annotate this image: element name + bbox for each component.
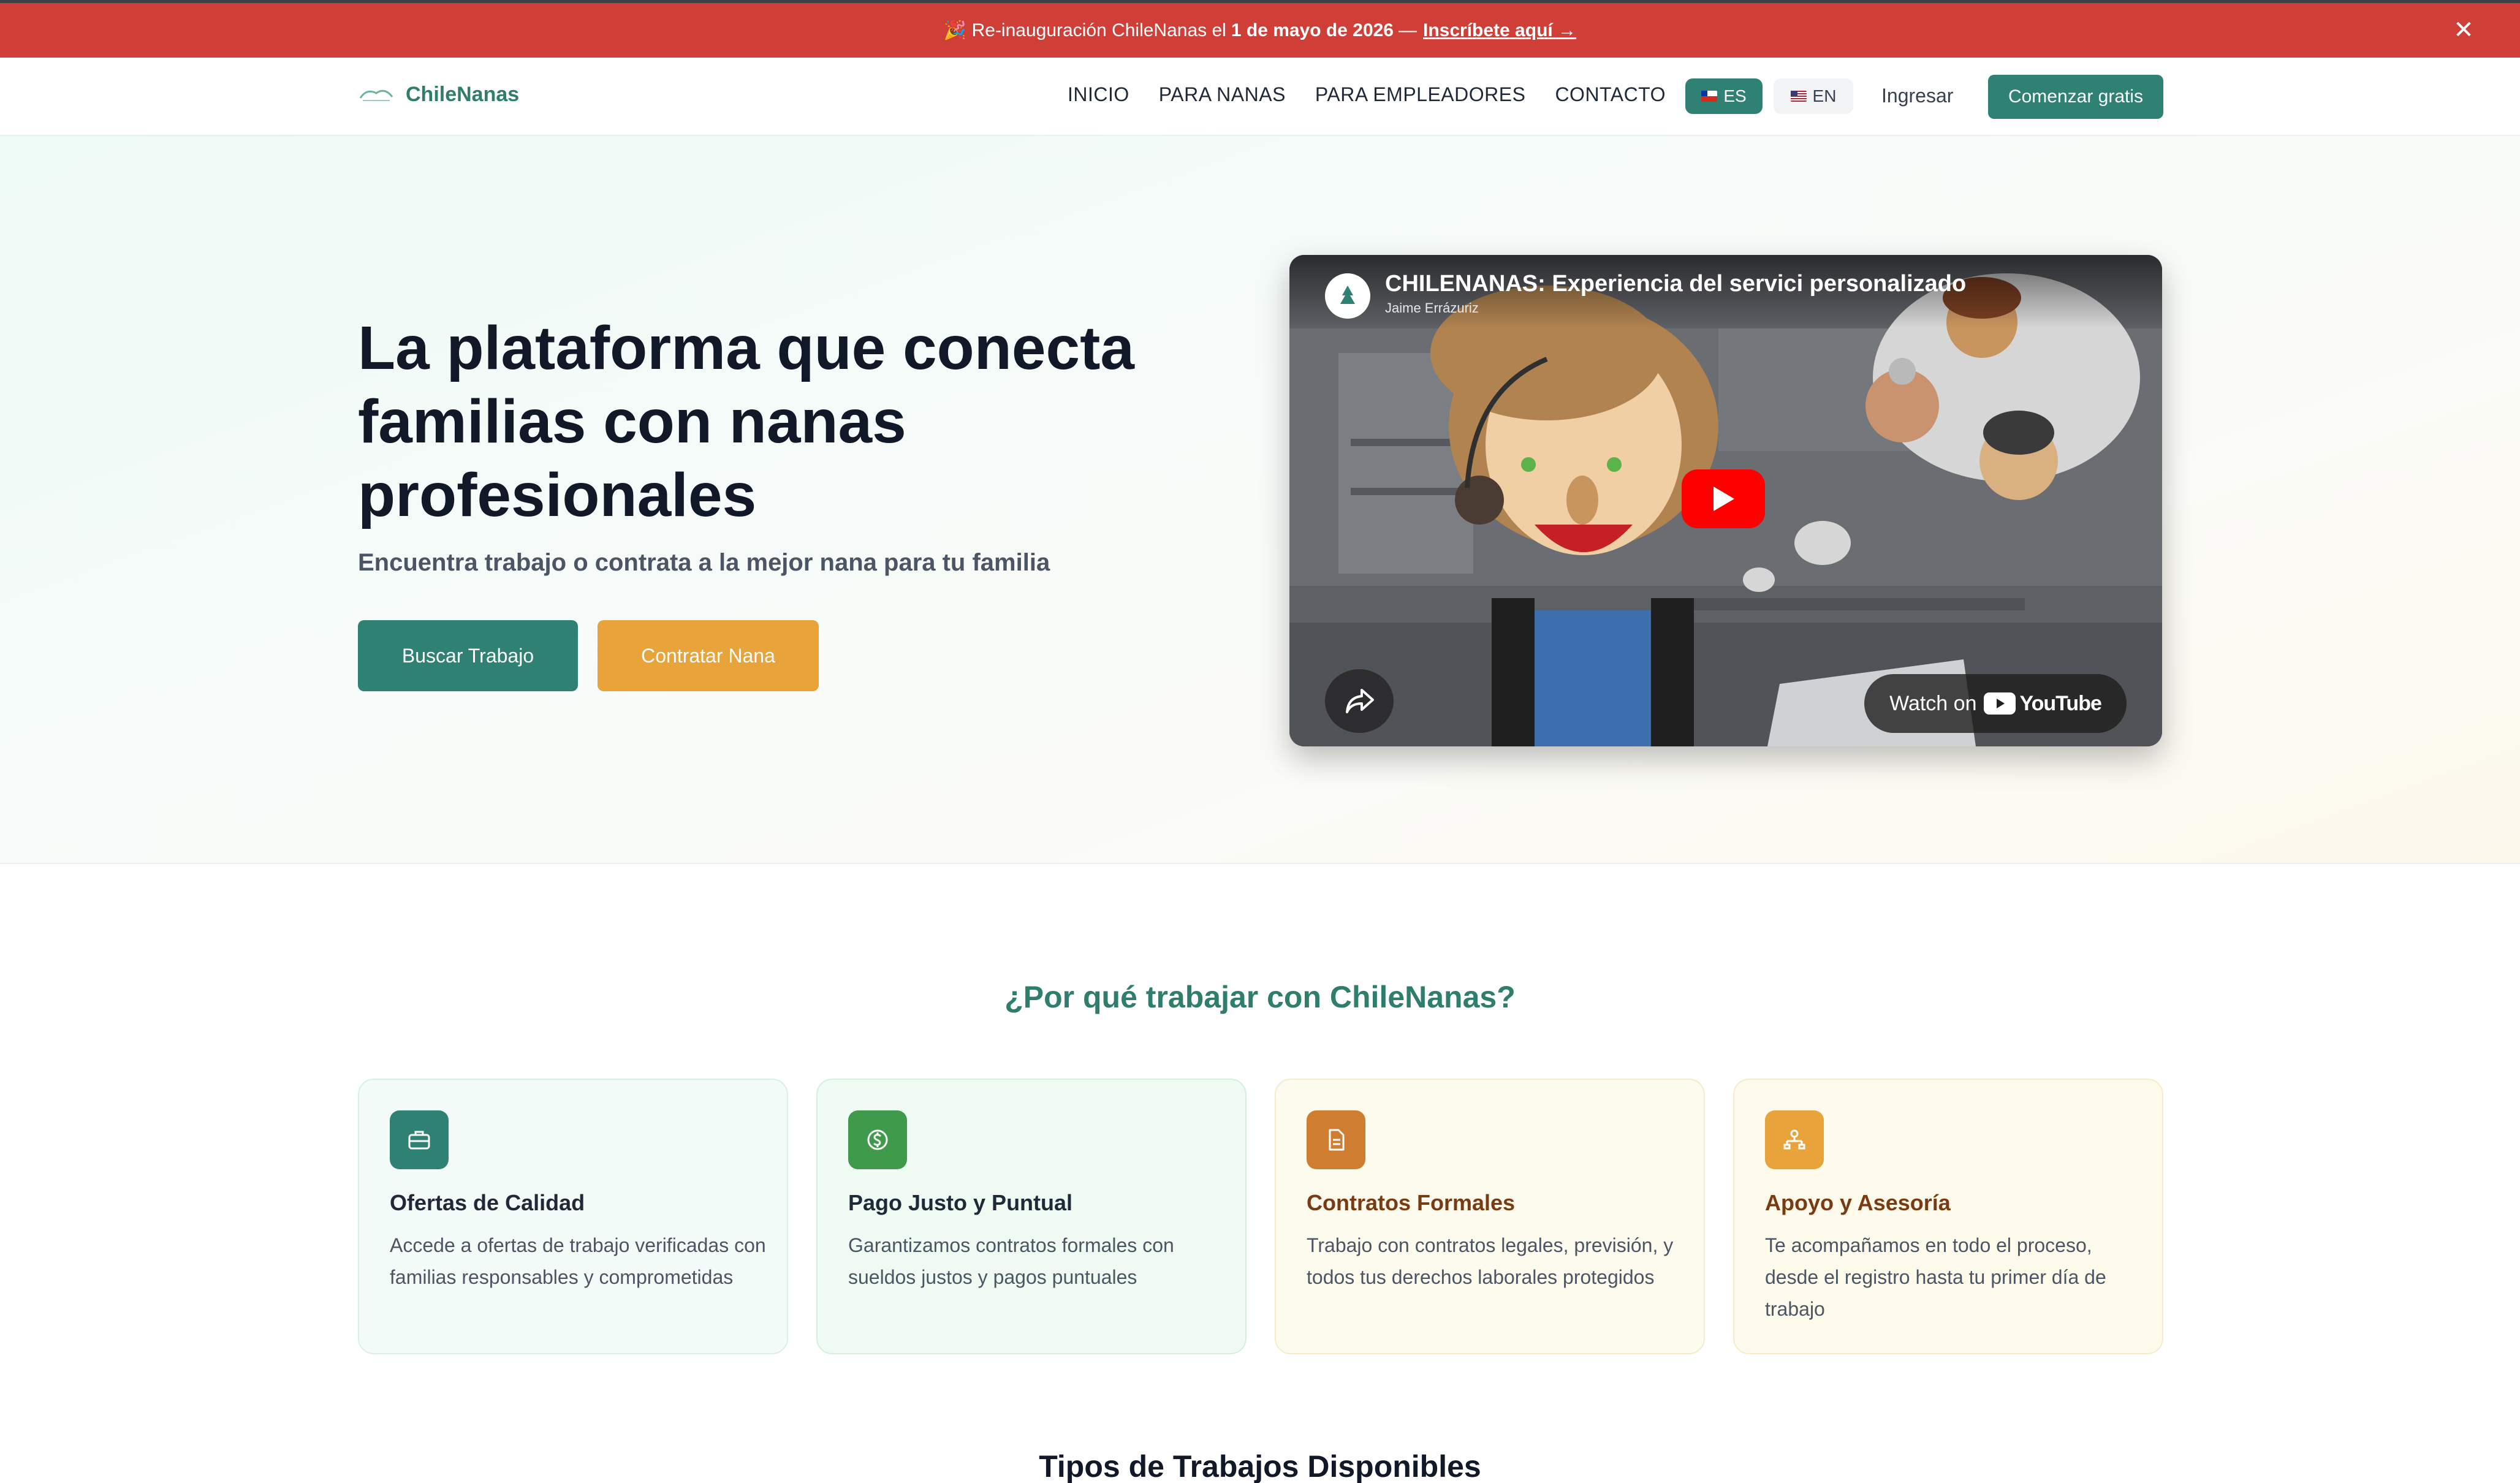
briefcase-icon (408, 1131, 430, 1150)
lang-en-button[interactable]: EN (1774, 78, 1853, 114)
card-title: Pago Justo y Puntual (848, 1190, 1073, 1215)
video-channel[interactable]: Jaime Errázuriz (1385, 300, 1479, 316)
card-text: Trabajo con contratos legales, previsión… (1307, 1234, 1674, 1288)
job-types-title: Tipos de Trabajos Disponibles (1039, 1449, 1481, 1483)
announcement-signup-link[interactable]: Inscríbete aquí → (1423, 20, 1576, 41)
youtube-logo: YouTube (1984, 691, 2102, 716)
watch-on-label: Watch on (1889, 691, 1977, 715)
us-flag-icon (1790, 91, 1807, 102)
card-icon-box (1307, 1110, 1365, 1169)
logo-text: ChileNanas (406, 82, 520, 106)
card-title: Ofertas de Calidad (390, 1190, 585, 1215)
logo-icon (359, 89, 393, 101)
dollar-icon (867, 1129, 888, 1150)
support-icon (1783, 1129, 1805, 1150)
card-icon-box (390, 1110, 449, 1169)
main-nav: INICIO PARA NANAS PARA EMPLEADORES CONTA… (1068, 83, 1695, 106)
card-title: Apoyo y Asesoría (1765, 1190, 1951, 1215)
hero-section: La plataforma que conecta familias con n… (0, 136, 2520, 864)
close-icon[interactable]: ✕ (2450, 17, 2477, 44)
feature-card-fair-pay: Pago Justo y Puntual Garantizamos contra… (816, 1079, 1247, 1354)
nav-para-nanas[interactable]: PARA NANAS (1159, 83, 1286, 106)
card-title: Contratos Formales (1307, 1190, 1516, 1215)
chile-flag-icon (1701, 91, 1718, 102)
announcement-separator: — (1399, 20, 1417, 40)
document-icon (1329, 1129, 1345, 1151)
feature-card-quality: Ofertas de Calidad Accede a ofertas de t… (358, 1079, 788, 1354)
hire-nana-button[interactable]: Contratar Nana (598, 620, 819, 691)
card-icon-box (1765, 1110, 1824, 1169)
video-title[interactable]: CHILENANAS: Experiencia del servici pers… (1385, 271, 1966, 297)
hero-subtitle: Encuentra trabajo o contrata a la mejor … (358, 549, 1050, 576)
search-work-button[interactable]: Buscar Trabajo (358, 620, 578, 691)
youtube-play-icon (1984, 692, 2016, 715)
nav-para-empleadores[interactable]: PARA EMPLEADORES (1315, 83, 1526, 106)
announcement-text: 🎉 Re-inauguración ChileNanas el (943, 20, 1226, 40)
card-text: Te acompañamos en todo el proceso, desde… (1765, 1234, 2106, 1320)
card-text: Garantizamos contratos formales con suel… (848, 1234, 1174, 1288)
feature-card-contracts: Contratos Formales Trabajo con contratos… (1275, 1079, 1705, 1354)
feature-card-support: Apoyo y Asesoría Te acompañamos en todo … (1733, 1079, 2163, 1354)
tree-logo-icon (1340, 286, 1355, 304)
lang-es-label: ES (1723, 86, 1747, 105)
share-icon[interactable] (1325, 669, 1394, 733)
card-text: Accede a ofertas de trabajo verificadas … (390, 1234, 766, 1288)
watch-on-youtube-button[interactable]: Watch on YouTube (1864, 674, 2127, 733)
youtube-label: YouTube (2019, 691, 2101, 715)
card-icon-box (848, 1110, 907, 1169)
logo[interactable]: ChileNanas (358, 82, 519, 107)
site-header: ChileNanas INICIO PARA NANAS PARA EMPLEA… (0, 58, 2520, 136)
why-section-title: ¿Por qué trabajar con ChileNanas? (1004, 980, 1516, 1014)
announcement-bar: 🎉 Re-inauguración ChileNanas el 1 de may… (0, 0, 2520, 58)
announcement-date: 1 de mayo de 2026 (1231, 20, 1394, 40)
youtube-video-embed[interactable]: CHILENANAS: Experiencia del servici pers… (1289, 255, 2162, 746)
play-icon[interactable] (1682, 469, 1765, 528)
lang-es-button[interactable]: ES (1685, 78, 1763, 114)
hero-title: La plataforma que conecta familias con n… (358, 314, 1134, 529)
login-link[interactable]: Ingresar (1881, 85, 1953, 107)
channel-avatar[interactable] (1325, 273, 1370, 319)
nav-contacto[interactable]: CONTACTO (1555, 83, 1666, 106)
start-free-button[interactable]: Comenzar gratis (1988, 75, 2163, 119)
lang-en-label: EN (1812, 86, 1837, 105)
nav-inicio[interactable]: INICIO (1068, 83, 1129, 106)
